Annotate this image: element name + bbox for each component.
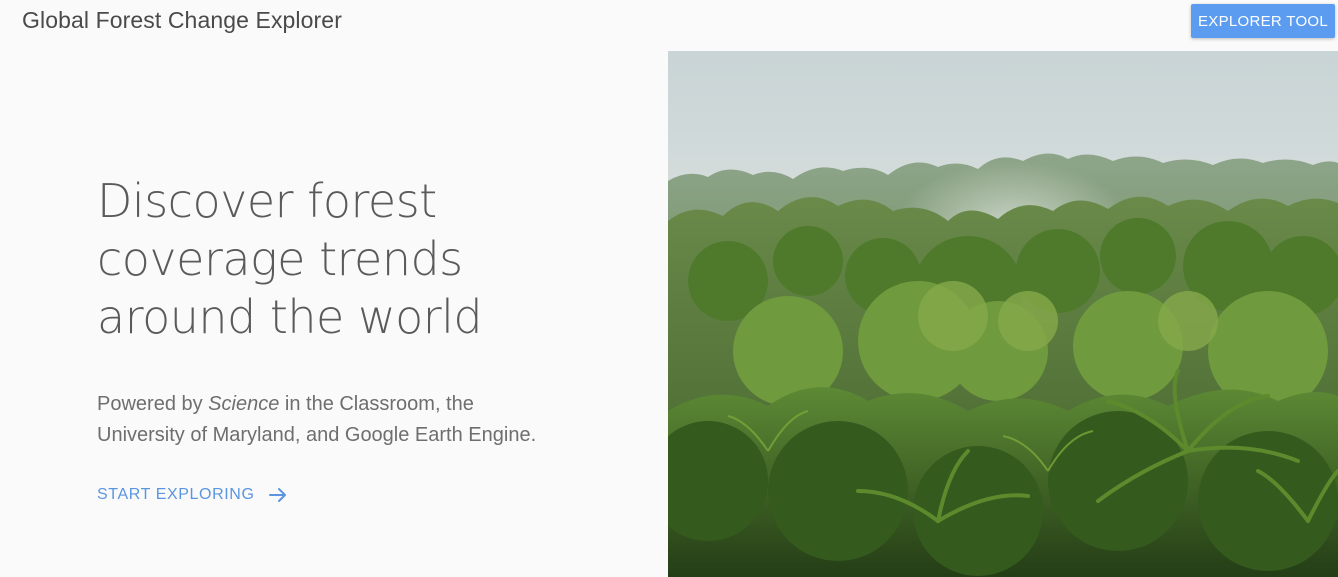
powered-mid: in the Classroom, the [279,393,474,415]
powered-line-2: University of Maryland, and Google Earth… [97,424,537,446]
powered-prefix: Powered by [97,393,209,415]
arrow-right-icon [268,485,288,505]
start-exploring-link[interactable]: START EXPLORING [97,485,288,505]
powered-by-text: Powered by Science in the Classroom, the… [97,389,597,451]
rainforest-canopy-photo [668,51,1338,577]
app-title: Global Forest Change Explorer [22,7,342,33]
hero-headline: Discover forest coverage trends around t… [97,172,577,346]
powered-science: Science [208,393,280,415]
headline-line-1: Discover forest [97,174,437,228]
headline-line-2: coverage trends [97,232,463,286]
landing-page: Global Forest Change Explorer EXPLORER T… [0,0,1338,577]
explorer-tool-button[interactable]: EXPLORER TOOL [1191,4,1335,38]
start-exploring-label: START EXPLORING [97,486,255,503]
headline-line-3: around the world [97,290,483,344]
